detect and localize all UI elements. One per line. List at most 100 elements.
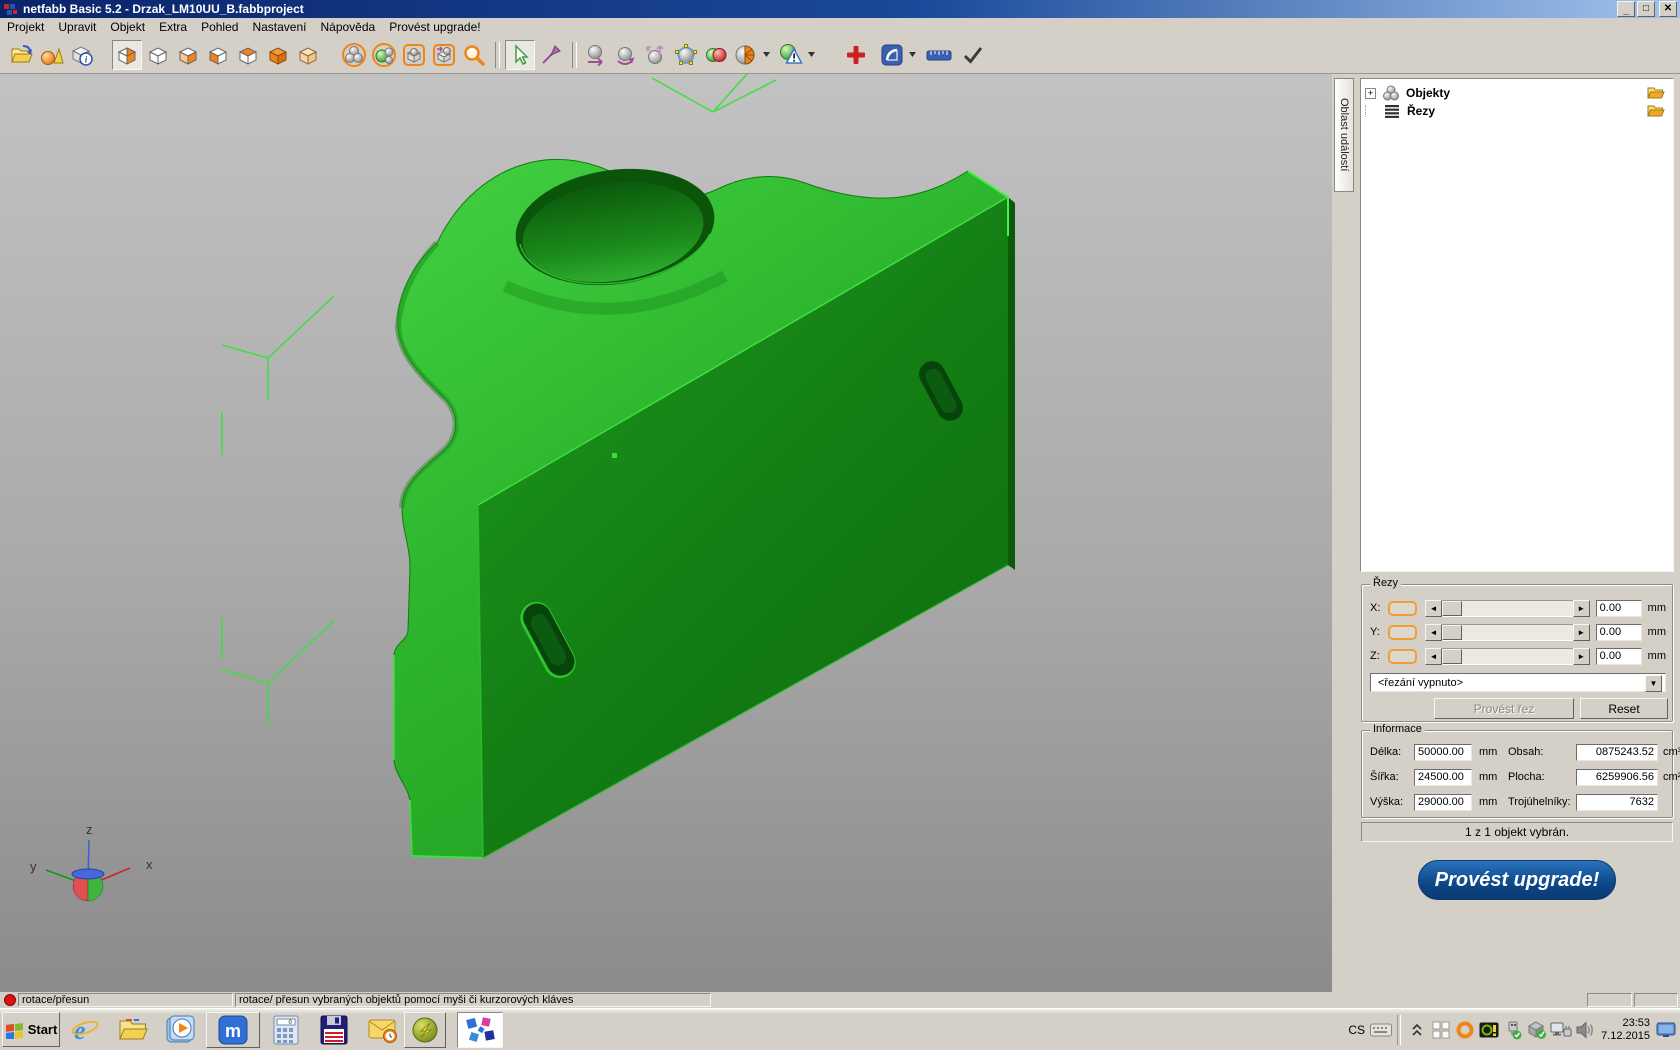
- scrollbar-track[interactable]: [1442, 648, 1573, 665]
- scroll-left-button[interactable]: ◄: [1425, 624, 1442, 641]
- menu-extra[interactable]: Extra: [152, 19, 194, 35]
- show-desktop-button[interactable]: [1655, 1019, 1677, 1041]
- menu-nastaveni[interactable]: Nastavení: [245, 19, 313, 35]
- tree-expander-icon[interactable]: +: [1365, 88, 1376, 99]
- close-button[interactable]: ✕: [1659, 1, 1677, 17]
- scrollbar-thumb[interactable]: [1442, 601, 1462, 616]
- fit-view-button[interactable]: [430, 41, 458, 69]
- cut-z-value-input[interactable]: [1596, 648, 1642, 665]
- tree-item-cuts[interactable]: Řezy: [1365, 102, 1665, 120]
- folder-icon[interactable]: [1647, 86, 1665, 100]
- zoom-button[interactable]: [460, 41, 488, 69]
- keyboard-icon[interactable]: [1370, 1019, 1392, 1041]
- boolean-operation-button[interactable]: [702, 41, 730, 69]
- cut-y-value-input[interactable]: [1596, 624, 1642, 641]
- support-tool-button[interactable]: [878, 41, 906, 69]
- menu-pohled[interactable]: Pohled: [194, 19, 245, 35]
- cut-part-dropdown[interactable]: [762, 41, 771, 69]
- reset-cut-button[interactable]: Reset: [1580, 698, 1668, 719]
- chevron-down-icon: [808, 52, 815, 57]
- upgrade-button[interactable]: Provést upgrade!: [1418, 860, 1616, 900]
- sync-box-tray-icon[interactable]: [1526, 1019, 1548, 1041]
- view-solid-button[interactable]: [264, 41, 292, 69]
- windows-tray-icon[interactable]: [1430, 1019, 1452, 1041]
- view-default-button[interactable]: [112, 40, 142, 70]
- add-parts-button[interactable]: [38, 41, 66, 69]
- view-left-button[interactable]: [204, 41, 232, 69]
- show-parts-button[interactable]: [340, 41, 368, 69]
- view-transparent-button[interactable]: [294, 41, 322, 69]
- menu-provest-upgrade[interactable]: Provést upgrade!: [382, 19, 487, 35]
- security-ring-tray-icon[interactable]: [1454, 1019, 1476, 1041]
- cut-x-scrollbar[interactable]: ◄ ►: [1425, 600, 1590, 617]
- execute-cut-button[interactable]: Provést řez: [1434, 698, 1574, 719]
- tray-clock[interactable]: 23:53 7.12.2015: [1601, 1017, 1650, 1043]
- part-info-button[interactable]: i: [68, 41, 96, 69]
- scale-part-button[interactable]: [642, 41, 670, 69]
- dropdown-button[interactable]: ▼: [1645, 675, 1662, 692]
- repair-part-button[interactable]: [777, 41, 805, 69]
- netfabb-task-button[interactable]: [457, 1012, 503, 1048]
- maxthon-task-button[interactable]: m: [206, 1012, 260, 1048]
- view-wireframe-button[interactable]: [144, 41, 172, 69]
- cut-y-scrollbar[interactable]: ◄ ►: [1425, 624, 1590, 641]
- scroll-right-button[interactable]: ►: [1573, 648, 1590, 665]
- minimize-button[interactable]: _: [1617, 1, 1635, 17]
- nvidia-tray-icon[interactable]: [1478, 1019, 1500, 1041]
- events-area-tab[interactable]: Oblast událostí: [1334, 78, 1354, 192]
- menu-napoveda[interactable]: Nápověda: [313, 19, 382, 35]
- menu-projekt[interactable]: Projekt: [0, 19, 51, 35]
- width-unit: mm: [1479, 771, 1497, 783]
- green-s-task-button[interactable]: [404, 1012, 446, 1048]
- scroll-left-button[interactable]: ◄: [1425, 648, 1442, 665]
- cut-y-toggle-button[interactable]: [1388, 625, 1417, 640]
- scroll-left-button[interactable]: ◄: [1425, 600, 1442, 617]
- save-app-launcher[interactable]: [317, 1014, 351, 1046]
- calculator-launcher[interactable]: 0: [269, 1014, 303, 1046]
- view-bottom-button[interactable]: [174, 41, 202, 69]
- repair-part-dropdown[interactable]: [807, 41, 816, 69]
- show-selected-part-button[interactable]: [370, 41, 398, 69]
- network-tray-icon[interactable]: [1550, 1019, 1572, 1041]
- scrollbar-thumb[interactable]: [1442, 625, 1462, 640]
- show-platform-button[interactable]: [400, 41, 428, 69]
- tree-item-objects[interactable]: + Objekty: [1365, 84, 1665, 102]
- viewport-3d[interactable]: z y x: [0, 74, 1333, 992]
- start-button[interactable]: Start: [2, 1012, 60, 1047]
- maximize-button[interactable]: □: [1637, 1, 1655, 17]
- view-top-button[interactable]: [234, 41, 262, 69]
- volume-tray-icon[interactable]: [1574, 1019, 1596, 1041]
- scrollbar-track[interactable]: [1442, 624, 1573, 641]
- scroll-right-button[interactable]: ►: [1573, 600, 1590, 617]
- folder-icon[interactable]: [1647, 104, 1665, 118]
- measure-button[interactable]: [925, 41, 953, 69]
- open-project-button[interactable]: [8, 41, 36, 69]
- rotate-part-button[interactable]: [612, 41, 640, 69]
- scroll-right-button[interactable]: ►: [1573, 624, 1590, 641]
- part-bearing-holder[interactable]: [394, 157, 1015, 858]
- outlook-launcher[interactable]: [366, 1014, 400, 1046]
- add-part-button[interactable]: [842, 41, 870, 69]
- cut-part-button[interactable]: [732, 41, 760, 69]
- select-tool-button[interactable]: [505, 40, 535, 70]
- menu-objekt[interactable]: Objekt: [103, 19, 152, 35]
- browser-launcher[interactable]: e: [68, 1014, 102, 1046]
- apply-button[interactable]: [959, 41, 987, 69]
- usb-tray-icon[interactable]: [1502, 1019, 1524, 1041]
- show-hidden-icons-chevron[interactable]: [1406, 1019, 1428, 1041]
- cut-x-toggle-button[interactable]: [1388, 601, 1417, 616]
- scrollbar-track[interactable]: [1442, 600, 1573, 617]
- support-tool-dropdown[interactable]: [908, 41, 917, 69]
- media-player-launcher[interactable]: [163, 1014, 197, 1046]
- rotate-view-tool-button[interactable]: [537, 41, 565, 69]
- move-part-button[interactable]: [582, 41, 610, 69]
- cut-mode-select[interactable]: <řezání vypnuto> ▼: [1370, 673, 1666, 692]
- cut-z-toggle-button[interactable]: [1388, 649, 1417, 664]
- file-explorer-launcher[interactable]: [116, 1014, 150, 1046]
- scrollbar-thumb[interactable]: [1442, 649, 1462, 664]
- language-indicator[interactable]: CS: [1348, 1023, 1365, 1037]
- menu-upravit[interactable]: Upravit: [51, 19, 103, 35]
- cut-z-scrollbar[interactable]: ◄ ►: [1425, 648, 1590, 665]
- edit-mesh-button[interactable]: [672, 41, 700, 69]
- cut-x-value-input[interactable]: [1596, 600, 1642, 617]
